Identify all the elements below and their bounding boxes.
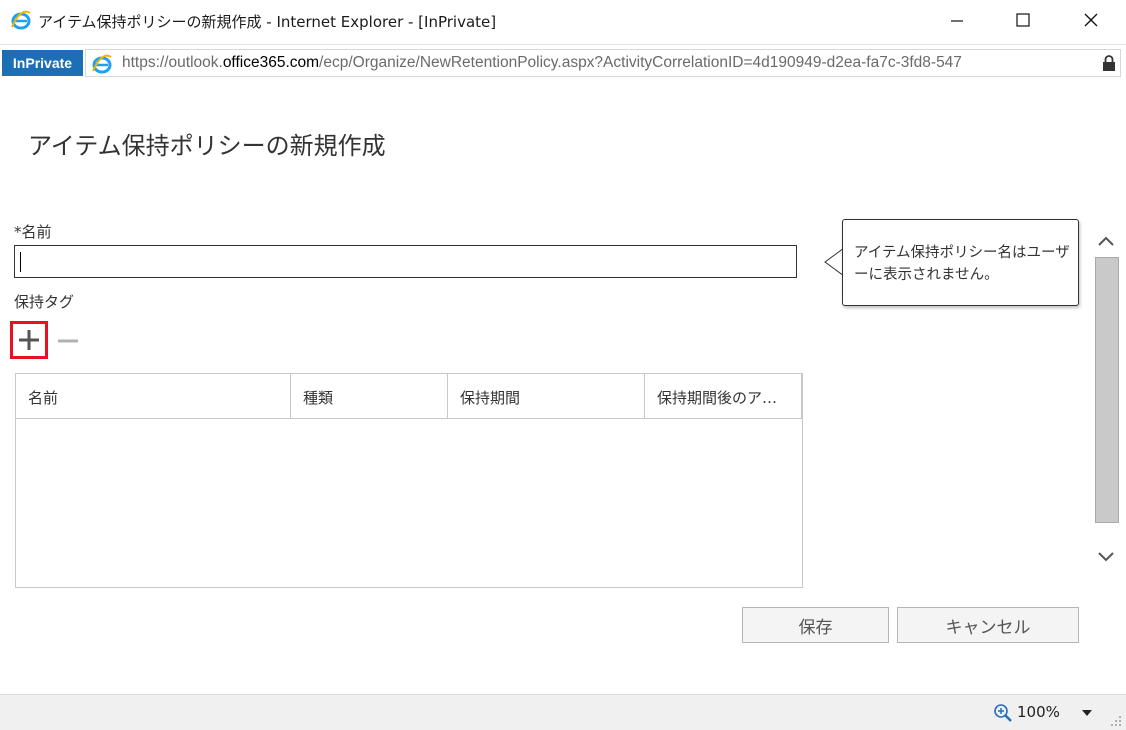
window-titlebar: アイテム保持ポリシーの新規作成 - Internet Explorer - [I…: [0, 0, 1126, 40]
add-icon: [19, 330, 39, 350]
cancel-button[interactable]: キャンセル: [897, 607, 1079, 643]
status-bar: 100%: [0, 694, 1126, 730]
minimize-icon: [951, 20, 963, 22]
name-input[interactable]: [14, 245, 797, 278]
page-title: アイテム保持ポリシーの新規作成: [28, 132, 386, 160]
dropdown-icon[interactable]: [1081, 709, 1093, 717]
url-domain: office365.com: [222, 54, 320, 71]
retention-tag-table[interactable]: 名前 種類 保持期間 保持期間後のア…: [15, 373, 803, 588]
maximize-icon: [1016, 13, 1030, 27]
address-bar: InPrivate https://outlook.office365.com/…: [0, 44, 1126, 81]
name-tooltip: アイテム保持ポリシー名はユーザーに表示されません。: [842, 219, 1079, 306]
retention-tag-label: 保持タグ: [14, 293, 75, 311]
save-button[interactable]: 保存: [742, 607, 889, 643]
text-caret: [20, 252, 21, 272]
ie-logo-icon: [11, 10, 31, 30]
column-header-name[interactable]: 名前: [16, 374, 291, 418]
close-icon: [1084, 13, 1098, 27]
chevron-down-icon[interactable]: [1096, 548, 1116, 566]
add-tag-button[interactable]: [10, 321, 48, 359]
column-header-retention-period[interactable]: 保持期間: [448, 374, 645, 418]
url-path: /ecp/Organize/NewRetentionPolicy.aspx?Ac…: [319, 54, 962, 71]
name-label: *名前: [14, 223, 52, 241]
table-header: 名前 種類 保持期間 保持期間後のア…: [16, 374, 802, 419]
resize-grip-icon[interactable]: [1110, 715, 1122, 727]
column-header-retention-action[interactable]: 保持期間後のア…: [645, 374, 802, 418]
tooltip-text: アイテム保持ポリシー名はユーザーに表示されません。: [854, 245, 1070, 283]
minimize-button[interactable]: [933, 0, 981, 40]
inprivate-badge: InPrivate: [2, 50, 83, 76]
url-text: https://outlook.office365.com/ecp/Organi…: [122, 54, 1092, 72]
chevron-up-icon[interactable]: [1096, 232, 1116, 250]
close-button[interactable]: [1067, 0, 1115, 40]
zoom-level[interactable]: 100%: [1017, 703, 1060, 721]
url-prefix: https://outlook.: [122, 54, 223, 71]
remove-icon[interactable]: [56, 329, 80, 353]
column-header-type[interactable]: 種類: [291, 374, 448, 418]
tooltip-arrow: [824, 247, 844, 277]
window-title: アイテム保持ポリシーの新規作成 - Internet Explorer - [I…: [38, 13, 497, 31]
scrollbar-thumb[interactable]: [1095, 257, 1119, 523]
maximize-button[interactable]: [999, 0, 1047, 40]
ie-logo-icon: [92, 54, 112, 74]
lock-icon[interactable]: [1102, 55, 1116, 71]
url-field[interactable]: https://outlook.office365.com/ecp/Organi…: [85, 49, 1121, 77]
zoom-icon[interactable]: [993, 703, 1013, 723]
